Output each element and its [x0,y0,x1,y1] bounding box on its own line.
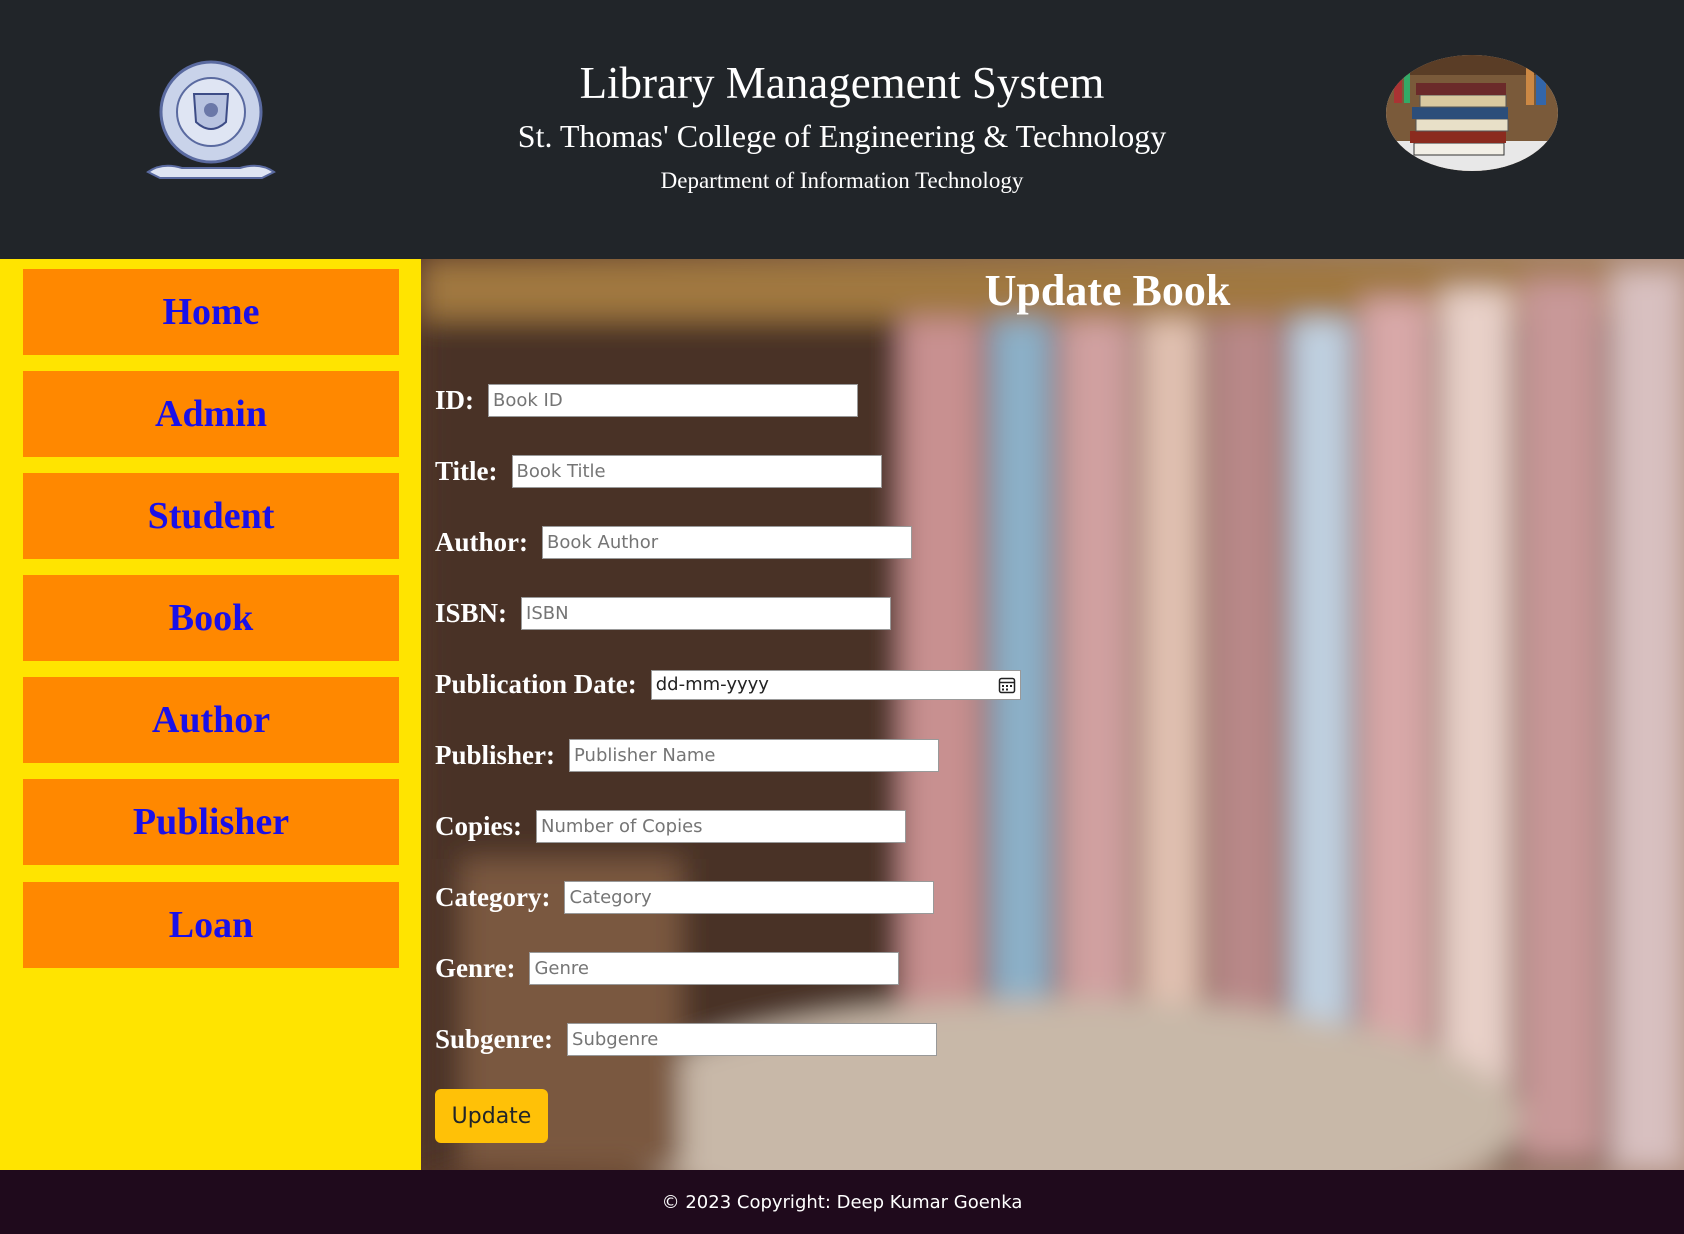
form-row-genre: Genre: [435,952,900,985]
category-input[interactable] [564,881,935,914]
sidebar-item-student[interactable]: Student [23,473,399,559]
book-stack-image [1386,55,1558,171]
form-row-subgenre: Subgenre: [435,1023,938,1056]
book-author-input[interactable] [542,526,912,559]
publication-date-label: Publication Date: [435,669,637,699]
update-button[interactable]: Update [435,1089,548,1143]
form-row-isbn: ISBN: [435,597,892,630]
copies-input[interactable] [536,810,906,843]
form-row-title: Title: [435,455,882,488]
sidebar-item-loan[interactable]: Loan [23,882,399,968]
main-content: Update Book ID: Title: Author: ISBN: Pub… [421,259,1684,1170]
category-label: Category: [435,882,551,912]
date-value: dd-mm-yyyy [655,674,769,695]
subgenre-label: Subgenre: [435,1024,554,1054]
genre-input[interactable] [529,952,900,985]
page-title: Update Book [984,266,1231,315]
form-row-copies: Copies: [435,810,906,843]
sidebar-nav: Home Admin Student Book Author Publisher… [0,259,421,1170]
publication-date-input[interactable]: dd-mm-yyyy [650,669,1021,700]
app-title: Library Management System [579,58,1105,108]
calendar-icon[interactable] [998,676,1016,694]
isbn-label: ISBN: [435,598,508,628]
header-titles: Library Management System St. Thomas' Co… [342,52,1342,198]
department-name: Department of Information Technology [660,168,1024,193]
isbn-input[interactable] [521,597,892,630]
subgenre-input[interactable] [567,1023,938,1056]
form-row-publication-date: Publication Date: dd-mm-yyyy [435,669,1021,700]
form-row-category: Category: [435,881,935,914]
sidebar-item-admin[interactable]: Admin [23,371,399,457]
sidebar-item-home[interactable]: Home [23,269,399,355]
college-name: St. Thomas' College of Engineering & Tec… [517,118,1167,154]
college-crest-icon [142,54,280,188]
sidebar-item-publisher[interactable]: Publisher [23,779,399,865]
footer: © 2023 Copyright: Deep Kumar Goenka [0,1170,1684,1234]
sidebar-item-book[interactable]: Book [23,575,399,661]
header: Library Management System St. Thomas' Co… [0,0,1684,259]
form-row-id: ID: [435,384,858,417]
book-id-input[interactable] [488,384,858,417]
genre-label: Genre: [435,953,516,983]
title-label: Title: [435,456,498,486]
id-label: ID: [435,385,474,415]
publisher-label: Publisher: [435,740,556,770]
copyright-text: © 2023 Copyright: Deep Kumar Goenka [661,1191,1023,1213]
form-row-publisher: Publisher: [435,739,940,772]
publisher-name-input[interactable] [569,739,940,772]
sidebar-item-author[interactable]: Author [23,677,399,763]
author-label: Author: [435,527,528,557]
copies-label: Copies: [435,811,522,841]
book-title-input[interactable] [511,455,882,488]
form-row-author: Author: [435,526,912,559]
